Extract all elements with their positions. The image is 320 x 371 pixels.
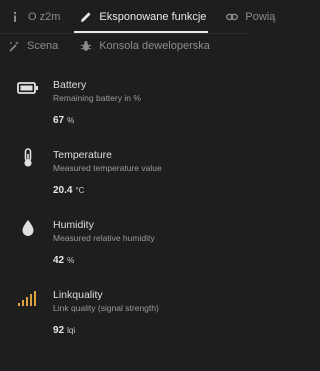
feature-description: Link quality (signal strength) — [53, 303, 159, 313]
link-icon — [226, 11, 239, 23]
feature-value-readout: 92 lqi — [53, 325, 75, 336]
magic-wand-icon — [8, 40, 20, 52]
feature-name: Temperature — [53, 149, 112, 161]
tab-bind[interactable]: Powią — [214, 2, 283, 31]
feature-description: Measured temperature value — [53, 163, 162, 173]
tab-dev-console[interactable]: Konsola deweloperska — [66, 31, 218, 60]
feature-description: Measured relative humidity — [53, 233, 155, 243]
feature-name: Linkquality — [53, 289, 103, 301]
feature-value-readout: 42% — [53, 255, 74, 266]
pencil-icon — [80, 11, 92, 23]
feature-humidity: Humidity Measured relative humidity 42% — [0, 212, 250, 282]
info-icon — [9, 11, 21, 23]
battery-icon — [17, 78, 39, 98]
tab-scene-label: Scena — [27, 39, 59, 52]
feature-description: Remaining battery in % — [53, 93, 141, 103]
feature-value: 92 — [53, 325, 65, 336]
features-list: Battery Remaining battery in % 67% Tempe… — [0, 72, 250, 352]
tab-bar-second-row: Scena Konsola deweloperska — [0, 29, 218, 62]
thermometer-icon — [17, 148, 39, 168]
feature-name: Battery — [53, 79, 87, 91]
tab-about[interactable]: O z2m — [0, 2, 68, 31]
bug-icon — [80, 40, 92, 52]
feature-battery: Battery Remaining battery in % 67% — [0, 72, 250, 142]
feature-name: Humidity — [53, 219, 94, 231]
tab-dev-console-label: Konsola deweloperska — [99, 39, 210, 52]
feature-unit: % — [67, 116, 75, 125]
feature-value: 67 — [53, 115, 65, 126]
feature-value-readout: 67% — [53, 115, 74, 126]
signal-icon — [17, 288, 39, 308]
tab-scene[interactable]: Scena — [0, 31, 66, 60]
feature-value: 20.4 — [53, 185, 73, 196]
feature-value: 42 — [53, 255, 65, 266]
feature-linkquality: Linkquality Link quality (signal strengt… — [0, 282, 250, 352]
water-drop-icon — [17, 218, 39, 238]
tab-exposes[interactable]: Eksponowane funkcje — [68, 2, 214, 33]
feature-unit: % — [67, 256, 75, 265]
feature-unit: lqi — [67, 326, 76, 335]
feature-value-readout: 20.4 °C — [53, 185, 84, 196]
tab-exposes-label: Eksponowane funkcje — [99, 10, 207, 23]
tab-about-label: O z2m — [28, 10, 61, 23]
feature-unit: °C — [75, 186, 85, 195]
feature-temperature: Temperature Measured temperature value 2… — [0, 142, 250, 212]
tab-bind-label: Powią — [245, 10, 276, 23]
